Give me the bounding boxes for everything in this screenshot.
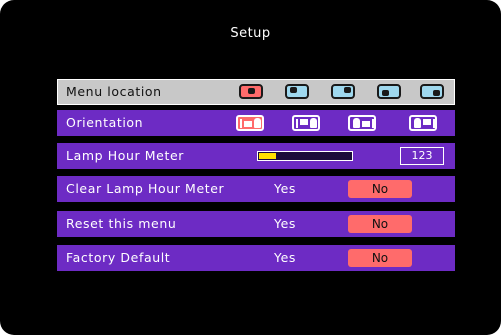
page-title: Setup	[230, 26, 271, 41]
orientation-label: Orientation	[66, 115, 144, 130]
reset-this-menu-row[interactable]: Reset this menu Yes No	[57, 211, 455, 237]
clear-lamp-hour-meter-label: Clear Lamp Hour Meter	[66, 181, 225, 196]
factory-default-no-option[interactable]: No	[348, 249, 412, 267]
lamp-hour-meter-label: Lamp Hour Meter	[66, 148, 184, 163]
menu-position-bottom-right-icon[interactable]	[420, 84, 444, 99]
factory-default-label: Factory Default	[66, 250, 171, 265]
reset-menu-yes-option[interactable]: Yes	[274, 211, 296, 237]
lamp-hour-value: 123	[400, 147, 444, 165]
lamp-hour-meter-row: Lamp Hour Meter 123	[57, 143, 455, 169]
menu-location-label: Menu location	[66, 84, 162, 99]
rear-desktop-icon[interactable]	[292, 115, 320, 131]
menu-position-bottom-left-icon[interactable]	[377, 84, 401, 99]
lamp-hour-meter-fill	[259, 153, 276, 159]
front-desktop-icon[interactable]	[236, 115, 264, 131]
factory-default-row[interactable]: Factory Default Yes No	[57, 245, 455, 271]
factory-default-yes-option[interactable]: Yes	[274, 245, 296, 271]
clear-lamp-hour-meter-row[interactable]: Clear Lamp Hour Meter Yes No	[57, 176, 455, 202]
reset-this-menu-label: Reset this menu	[66, 216, 177, 231]
menu-position-center-icon[interactable]	[239, 84, 263, 99]
menu-position-top-right-icon[interactable]	[331, 84, 355, 99]
rear-ceiling-icon[interactable]	[409, 115, 437, 131]
setup-screen: Setup Menu location Orientation Lamp Hou…	[0, 0, 501, 335]
clear-lamp-yes-option[interactable]: Yes	[274, 176, 296, 202]
orientation-row[interactable]: Orientation	[57, 110, 455, 136]
reset-menu-no-option[interactable]: No	[348, 215, 412, 233]
menu-position-top-left-icon[interactable]	[285, 84, 309, 99]
clear-lamp-no-option[interactable]: No	[348, 180, 412, 198]
menu-location-row[interactable]: Menu location	[57, 79, 455, 105]
lamp-hour-meter-bar	[257, 151, 353, 161]
front-ceiling-icon[interactable]	[348, 115, 376, 131]
